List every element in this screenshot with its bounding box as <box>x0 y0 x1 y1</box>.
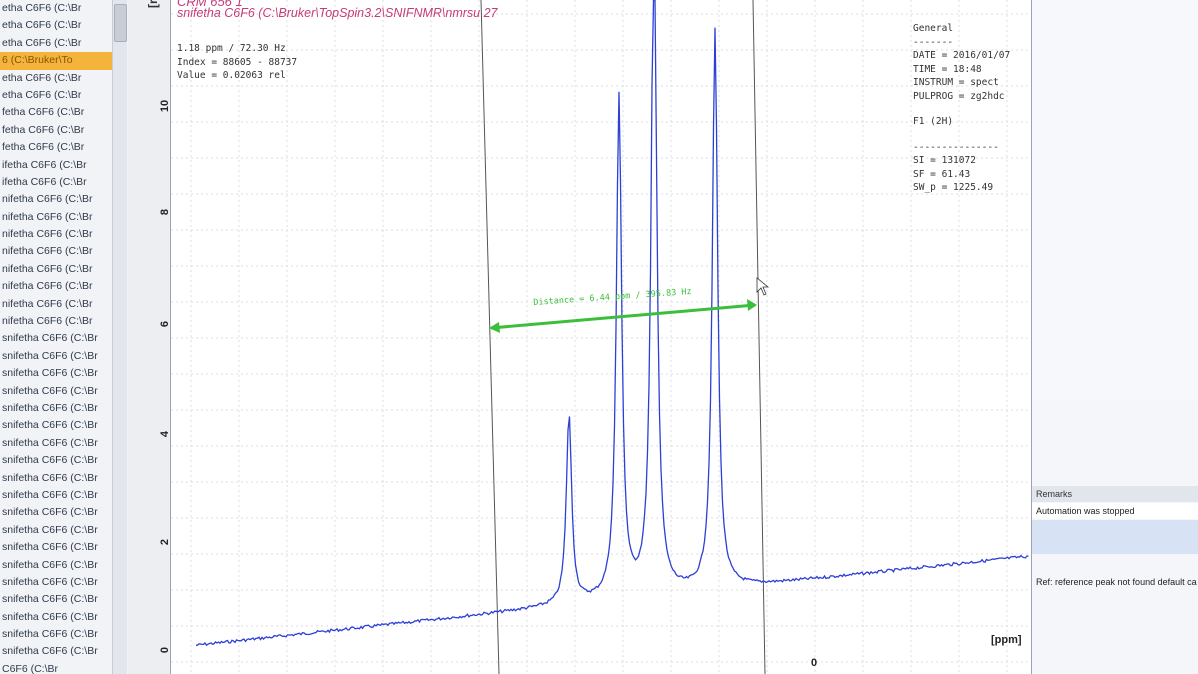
dataset-list-item[interactable]: nifetha C6F6 (C:\Br <box>0 243 112 260</box>
dataset-path-title: snifetha C6F6 (C:\Bruker\TopSpin3.2\SNIF… <box>177 6 498 20</box>
dataset-list-item[interactable]: snifetha C6F6 (C:\Br <box>0 383 112 400</box>
cursor-value: Value = 0.02063 rel <box>177 70 286 81</box>
dataset-list-item[interactable]: fetha C6F6 (C:\Br <box>0 122 112 139</box>
dataset-list-item[interactable]: nifetha C6F6 (C:\Br <box>0 278 112 295</box>
x-tick-label: 0 <box>811 657 818 669</box>
dataset-list-item[interactable]: etha C6F6 (C:\Br <box>0 87 112 104</box>
region-line-right <box>752 0 766 674</box>
dataset-list-item[interactable]: snifetha C6F6 (C:\Br <box>0 539 112 556</box>
dataset-list: etha C6F6 (C:\Br etha C6F6 (C:\Br etha C6F… <box>0 0 112 674</box>
cursor-info: 1.18 ppm / 72.30 Hz Index = 88605 - 8873… <box>177 42 297 83</box>
remark-row-selected[interactable] <box>1032 520 1198 554</box>
dataset-list-item[interactable]: snifetha C6F6 (C:\Br <box>0 557 112 574</box>
dataset-list-item[interactable]: fetha C6F6 (C:\Br <box>0 139 112 156</box>
param-date: DATE = 2016/01/07 <box>913 50 1011 61</box>
x-axis-unit: [ppm] <box>991 634 1022 646</box>
dataset-list-item[interactable]: nifetha C6F6 (C:\Br <box>0 296 112 313</box>
dataset-list-item[interactable]: snifetha C6F6 (C:\Br <box>0 365 112 382</box>
remarks-header[interactable]: Remarks <box>1032 486 1198 502</box>
dataset-list-item[interactable]: snifetha C6F6 (C:\Br <box>0 330 112 347</box>
param-pulprog: PULPROG = zg2hdc <box>913 90 1005 102</box>
cursor-position: 1.18 ppm / 72.30 Hz <box>177 43 286 54</box>
dataset-list-item[interactable]: C6F6 (C:\Br <box>0 661 112 674</box>
dataset-list-item[interactable]: snifetha C6F6 (C:\Br <box>0 522 112 539</box>
dataset-list-item[interactable]: snifetha C6F6 (C:\Br <box>0 400 112 417</box>
dataset-list-item[interactable]: etha C6F6 (C:\Br <box>0 17 112 34</box>
dataset-list-item[interactable]: snifetha C6F6 (C:\Br <box>0 470 112 487</box>
dataset-list-item[interactable]: snifetha C6F6 (C:\Br <box>0 348 112 365</box>
distance-measure <box>489 277 770 333</box>
dataset-list-item[interactable]: etha C6F6 (C:\Br <box>0 70 112 87</box>
dataset-list-item[interactable]: 6 (C:\Bruker\To <box>0 52 112 70</box>
dataset-list-item[interactable]: nifetha C6F6 (C:\Br <box>0 261 112 278</box>
dataset-list-item[interactable]: ifetha C6F6 (C:\Br <box>0 174 112 191</box>
dataset-list-item[interactable]: nifetha C6F6 (C:\Br <box>0 313 112 330</box>
param-sf: SF = 61.43 <box>913 168 971 180</box>
dataset-list-item[interactable]: snifetha C6F6 (C:\Br <box>0 487 112 504</box>
dataset-list-panel: etha C6F6 (C:\Br etha C6F6 (C:\Br etha C6F… <box>0 0 129 674</box>
dataset-list-item[interactable]: nifetha C6F6 (C:\Br <box>0 226 112 243</box>
dataset-list-item[interactable]: snifetha C6F6 (C:\Br <box>0 574 112 591</box>
distance-arrow-head <box>747 299 757 311</box>
dataset-list-scrollbar[interactable] <box>112 0 127 674</box>
distance-arrow <box>490 303 756 330</box>
dataset-list-item[interactable]: snifetha C6F6 (C:\Br <box>0 417 112 434</box>
remark-row[interactable]: Ref: reference peak not found default ca <box>1032 574 1198 590</box>
param-time: TIME = 18:48 <box>913 63 982 75</box>
dataset-list-item[interactable]: nifetha C6F6 (C:\Br <box>0 209 112 226</box>
dataset-list-item[interactable]: etha C6F6 (C:\Br <box>0 35 112 52</box>
dataset-list-item[interactable]: nifetha C6F6 (C:\Br <box>0 191 112 208</box>
dataset-list-item[interactable]: snifetha C6F6 (C:\Br <box>0 504 112 521</box>
acquisition-parameters: General ------- DATE = 2016/01/07 TIME =… <box>913 22 1010 195</box>
distance-arrow-head <box>489 322 500 333</box>
param-si: SI = 131072 <box>913 155 976 166</box>
dataset-list-item[interactable]: snifetha C6F6 (C:\Br <box>0 609 112 626</box>
dataset-list-item[interactable]: etha C6F6 (C:\Br <box>0 0 112 17</box>
info-panel-top <box>1032 0 1198 400</box>
param-sw: SW_p = 1225.49 <box>913 182 994 193</box>
scrollbar-thumb[interactable] <box>114 4 127 42</box>
spectrum-trace <box>196 0 1029 647</box>
y-axis-unit: [rel <box>146 0 160 8</box>
region-line-left <box>480 0 500 674</box>
plot-grid <box>171 0 1031 674</box>
dataset-list-item[interactable]: snifetha C6F6 (C:\Br <box>0 591 112 608</box>
dataset-list-item[interactable]: fetha C6F6 (C:\Br <box>0 104 112 121</box>
remark-row[interactable]: Automation was stopped <box>1032 503 1198 519</box>
dataset-list-item[interactable]: snifetha C6F6 (C:\Br <box>0 626 112 643</box>
dataset-list-item[interactable]: snifetha C6F6 (C:\Br <box>0 643 112 660</box>
spectrum-canvas[interactable] <box>171 0 1031 674</box>
info-panel: Remarks Automation was stopped Ref: refe… <box>1032 0 1198 674</box>
cursor-index: Index = 88605 - 88737 <box>177 56 298 68</box>
dataset-list-item[interactable]: snifetha C6F6 (C:\Br <box>0 435 112 452</box>
dataset-list-item[interactable]: ifetha C6F6 (C:\Br <box>0 157 112 174</box>
param-channel: F1 (2H) <box>913 116 954 127</box>
params-header: General <box>913 23 954 34</box>
param-instrum: INSTRUM = spect <box>913 77 999 88</box>
spectrum-plot[interactable]: CRM 656 1 snifetha C6F6 (C:\Bruker\TopSp… <box>170 0 1033 674</box>
dataset-list-item[interactable]: snifetha C6F6 (C:\Br <box>0 452 112 469</box>
params-divider: ------- <box>913 36 954 48</box>
params-divider2: --------------- <box>913 141 999 153</box>
